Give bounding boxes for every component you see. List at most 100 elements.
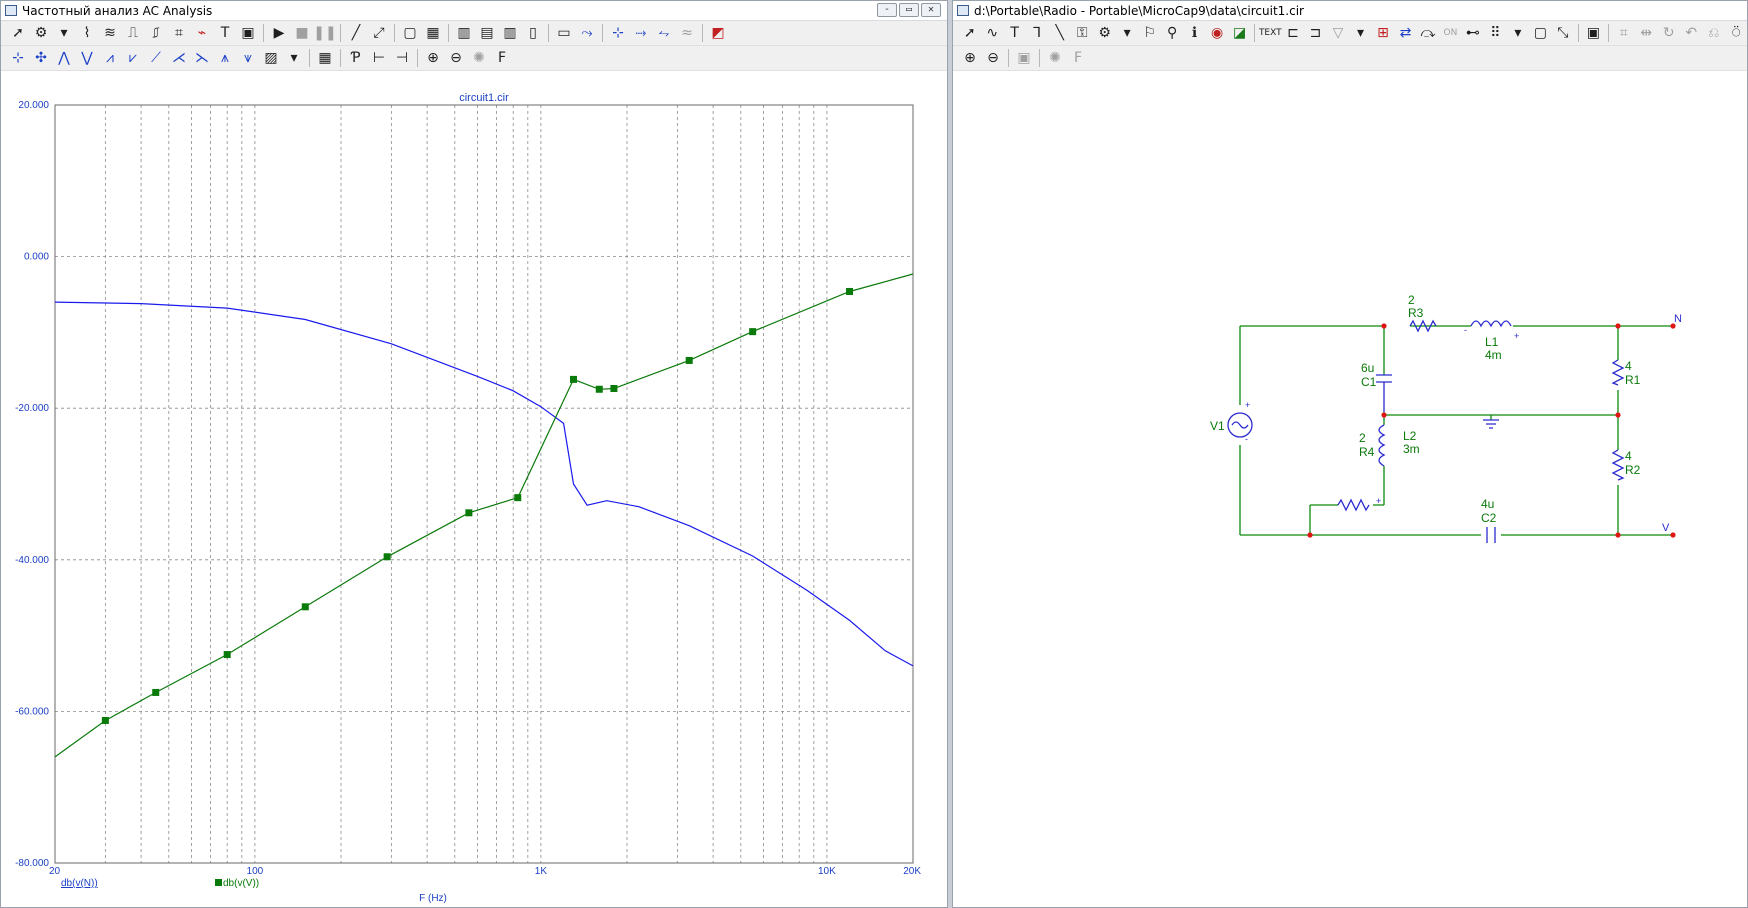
slope-icon[interactable]: ⟋: [145, 48, 167, 68]
c2-capacitor-symbol[interactable]: [1486, 527, 1496, 543]
pause-icon[interactable]: ❚❚: [313, 23, 336, 43]
series-line-1[interactable]: [54, 301, 914, 667]
close-button[interactable]: ✕: [921, 3, 941, 17]
run-icon[interactable]: ▶: [268, 23, 290, 43]
settings-icon[interactable]: ✺: [1044, 48, 1066, 68]
valley-icon[interactable]: ✣: [30, 48, 52, 68]
tag-icon[interactable]: ⊣: [391, 48, 413, 68]
scale-icon[interactable]: ⤳: [576, 23, 598, 43]
r4-resistor-symbol[interactable]: [1337, 498, 1370, 512]
slope-icon[interactable]: ⩘: [99, 48, 121, 68]
node-icon[interactable]: ◉: [1206, 23, 1227, 43]
redo-icon[interactable]: ⎌: [1703, 23, 1724, 43]
data-point-marker[interactable]: [152, 688, 160, 696]
high-icon[interactable]: ⋀: [53, 48, 75, 68]
cursor-icon[interactable]: ⤑: [630, 23, 652, 43]
series-line-2[interactable]: [54, 273, 914, 758]
low-icon[interactable]: ⋁: [76, 48, 98, 68]
page-icon[interactable]: ▣: [1583, 23, 1604, 43]
bus-icon[interactable]: ⅂: [1026, 23, 1047, 43]
package-icon[interactable]: ▨: [260, 48, 282, 68]
r2-resistor-symbol[interactable]: [1611, 449, 1625, 481]
font-icon[interactable]: F: [1067, 48, 1089, 68]
slope-icon[interactable]: ⩛: [237, 48, 259, 68]
flag-icon[interactable]: ⚐: [1139, 23, 1160, 43]
ground-icon[interactable]: ⚿: [1071, 23, 1092, 43]
grid-icon[interactable]: ⌗: [1613, 23, 1634, 43]
graph-icon[interactable]: ⌁: [191, 23, 213, 43]
dropdown-icon[interactable]: ▾: [1350, 23, 1371, 43]
graph-icon[interactable]: ⌗: [168, 23, 190, 43]
zoom-in-icon[interactable]: ⊕: [959, 48, 981, 68]
probe-icon[interactable]: ⊐: [1305, 23, 1326, 43]
info-icon[interactable]: ℹ: [1184, 23, 1205, 43]
grid-icon[interactable]: ⠿: [1485, 23, 1506, 43]
data-point-marker[interactable]: [301, 603, 309, 611]
arrow-icon[interactable]: ⇄: [1395, 23, 1416, 43]
stop-icon[interactable]: ■: [291, 23, 313, 43]
legend-series-2[interactable]: db(v(V)): [223, 878, 259, 889]
peak-icon[interactable]: ⊹: [7, 48, 29, 68]
voltage-icon[interactable]: ▽: [1327, 23, 1348, 43]
frame-icon[interactable]: ▢: [399, 23, 421, 43]
data-point-marker[interactable]: [223, 651, 231, 659]
r1-resistor-symbol[interactable]: [1611, 359, 1625, 386]
text-mode-icon[interactable]: TEXT: [1259, 23, 1282, 43]
tag-icon[interactable]: ⊞: [1372, 23, 1393, 43]
graph-icon[interactable]: ⎍: [122, 23, 144, 43]
line-icon[interactable]: ⊷: [1462, 23, 1483, 43]
slope-icon[interactable]: ⩗: [122, 48, 144, 68]
data-point-marker[interactable]: [749, 328, 757, 336]
graph-icon[interactable]: ≋: [99, 23, 121, 43]
text-icon[interactable]: T: [1004, 23, 1025, 43]
cursor-icon[interactable]: ⊹: [607, 23, 629, 43]
component-icon[interactable]: ⚙: [1094, 23, 1115, 43]
rotate-icon[interactable]: ⤼: [1417, 23, 1438, 43]
capture-icon[interactable]: ▣: [237, 23, 259, 43]
grid-icon[interactable]: ▦: [422, 23, 444, 43]
dropdown-icon[interactable]: ▾: [1116, 23, 1137, 43]
grid-icon[interactable]: ▥: [453, 23, 475, 43]
pin-icon[interactable]: ⚲: [1161, 23, 1182, 43]
move-icon[interactable]: ⇹: [1636, 23, 1657, 43]
rotate-icon[interactable]: ↻: [1658, 23, 1679, 43]
grid-icon[interactable]: ▤: [476, 23, 498, 43]
undo-icon[interactable]: ↶: [1680, 23, 1701, 43]
line-icon[interactable]: ╲: [1049, 23, 1070, 43]
table-icon[interactable]: ▦: [314, 48, 336, 68]
grid-icon[interactable]: ▯: [522, 23, 544, 43]
graph-icon[interactable]: ⎎: [145, 23, 167, 43]
cursor-icon[interactable]: ◩: [707, 23, 729, 43]
restore-button[interactable]: ▭: [899, 3, 919, 17]
settings-icon[interactable]: ✺: [468, 48, 490, 68]
line-icon[interactable]: ╱: [345, 23, 367, 43]
data-point-marker[interactable]: [465, 509, 473, 517]
data-point-marker[interactable]: [846, 287, 854, 295]
color-icon[interactable]: ◪: [1229, 23, 1250, 43]
slope-icon[interactable]: ⩚: [214, 48, 236, 68]
cursor-icon[interactable]: ⥊: [653, 23, 675, 43]
l1-inductor-symbol[interactable]: [1470, 320, 1512, 328]
curve-icon[interactable]: ⍥: [1725, 23, 1746, 43]
square-icon[interactable]: ▢: [1530, 23, 1551, 43]
diag-icon[interactable]: ⤢: [368, 23, 390, 43]
schematic-canvas[interactable]: 2 R3 L1 4m 6u C1 V1 L2 3m 2 R4 4 R1 4 R2…: [953, 90, 1747, 908]
data-point-marker[interactable]: [383, 553, 391, 561]
tag-icon[interactable]: ⊢: [368, 48, 390, 68]
zoom-out-icon[interactable]: ⊖: [445, 48, 467, 68]
dropdown-icon[interactable]: ▾: [1507, 23, 1528, 43]
zoom-in-icon[interactable]: ⊕: [422, 48, 444, 68]
schematic-drawing[interactable]: 2 R3 L1 4m 6u C1 V1 L2 3m 2 R4 4 R1 4 R2…: [953, 90, 1747, 908]
ac-plot-area[interactable]: circuit1.cir 20.000 0.000 -20.000 -40.00…: [1, 90, 947, 908]
ac-analysis-chart[interactable]: circuit1.cir 20.000 0.000 -20.000 -40.00…: [1, 90, 947, 908]
l2-inductor-symbol[interactable]: [1378, 424, 1386, 467]
select-arrow-icon[interactable]: ➚: [7, 23, 29, 43]
slope-icon[interactable]: ⋌: [168, 48, 190, 68]
wire-icon[interactable]: ∿: [981, 23, 1002, 43]
data-point-marker[interactable]: [610, 384, 618, 392]
schematic-titlebar[interactable]: d:\Portable\Radio - Portable\MicroCap9\d…: [953, 1, 1747, 21]
text-icon[interactable]: T: [214, 23, 236, 43]
data-point-marker[interactable]: [685, 356, 693, 364]
data-point-marker[interactable]: [595, 385, 603, 393]
font-icon[interactable]: F: [491, 48, 513, 68]
